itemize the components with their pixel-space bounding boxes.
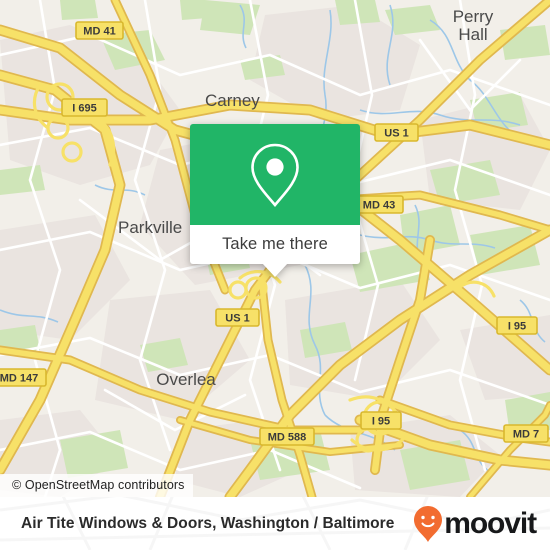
shield-md-43: MD 43 (354, 195, 404, 214)
city-label-parkville: Parkville (118, 218, 182, 237)
city-label-perry-hall-line1: Perry (453, 7, 494, 26)
shield-md-41: MD 41 (75, 21, 124, 40)
popup-image-area (190, 124, 360, 225)
place-title: Air Tite Windows & Doors, Washington / B… (21, 514, 395, 532)
take-me-there-popup[interactable]: Take me there (190, 124, 360, 277)
map-pin-icon (251, 143, 299, 207)
shield-label: US 1 (384, 128, 408, 140)
popup-cta[interactable]: Take me there (190, 225, 360, 277)
shield-md-588: MD 588 (259, 427, 315, 446)
shield-i-95-south: I 95 (360, 411, 402, 430)
shield-us-1-central: US 1 (215, 308, 260, 327)
map-attribution: © OpenStreetMap contributors (0, 474, 193, 497)
city-label-perry-hall-line2: Hall (458, 25, 487, 44)
shield-label: MD 7 (513, 429, 539, 441)
shield-label: MD 147 (0, 373, 38, 385)
shield-i-695: I 695 (61, 98, 108, 117)
shield-md-7: MD 7 (503, 424, 549, 443)
shield-label: US 1 (225, 313, 249, 325)
moovit-logo: moovit (413, 505, 537, 543)
city-label-carney: Carney (205, 91, 260, 110)
moovit-pin-icon (414, 505, 443, 542)
city-label-overlea: Overlea (156, 370, 216, 389)
bottom-info-bar: Air Tite Windows & Doors, Washington / B… (0, 497, 550, 550)
shield-label: MD 588 (268, 432, 307, 444)
shield-md-147: MD 147 (0, 368, 47, 387)
shield-i-95-east: I 95 (496, 316, 538, 335)
popup-cta-label: Take me there (222, 235, 328, 253)
shield-label: MD 41 (83, 26, 115, 38)
shield-label: MD 43 (363, 200, 395, 212)
shield-label: I 95 (372, 416, 390, 428)
moovit-wordmark: moovit (444, 506, 537, 540)
shield-label: I 95 (508, 321, 526, 333)
shield-us-1-north: US 1 (374, 123, 419, 142)
moovit-map-screenshot: Carney Perry Hall Parkville Overlea MD 4… (0, 0, 550, 550)
popup-pointer-tail (262, 263, 288, 277)
shield-label: I 695 (72, 103, 96, 115)
